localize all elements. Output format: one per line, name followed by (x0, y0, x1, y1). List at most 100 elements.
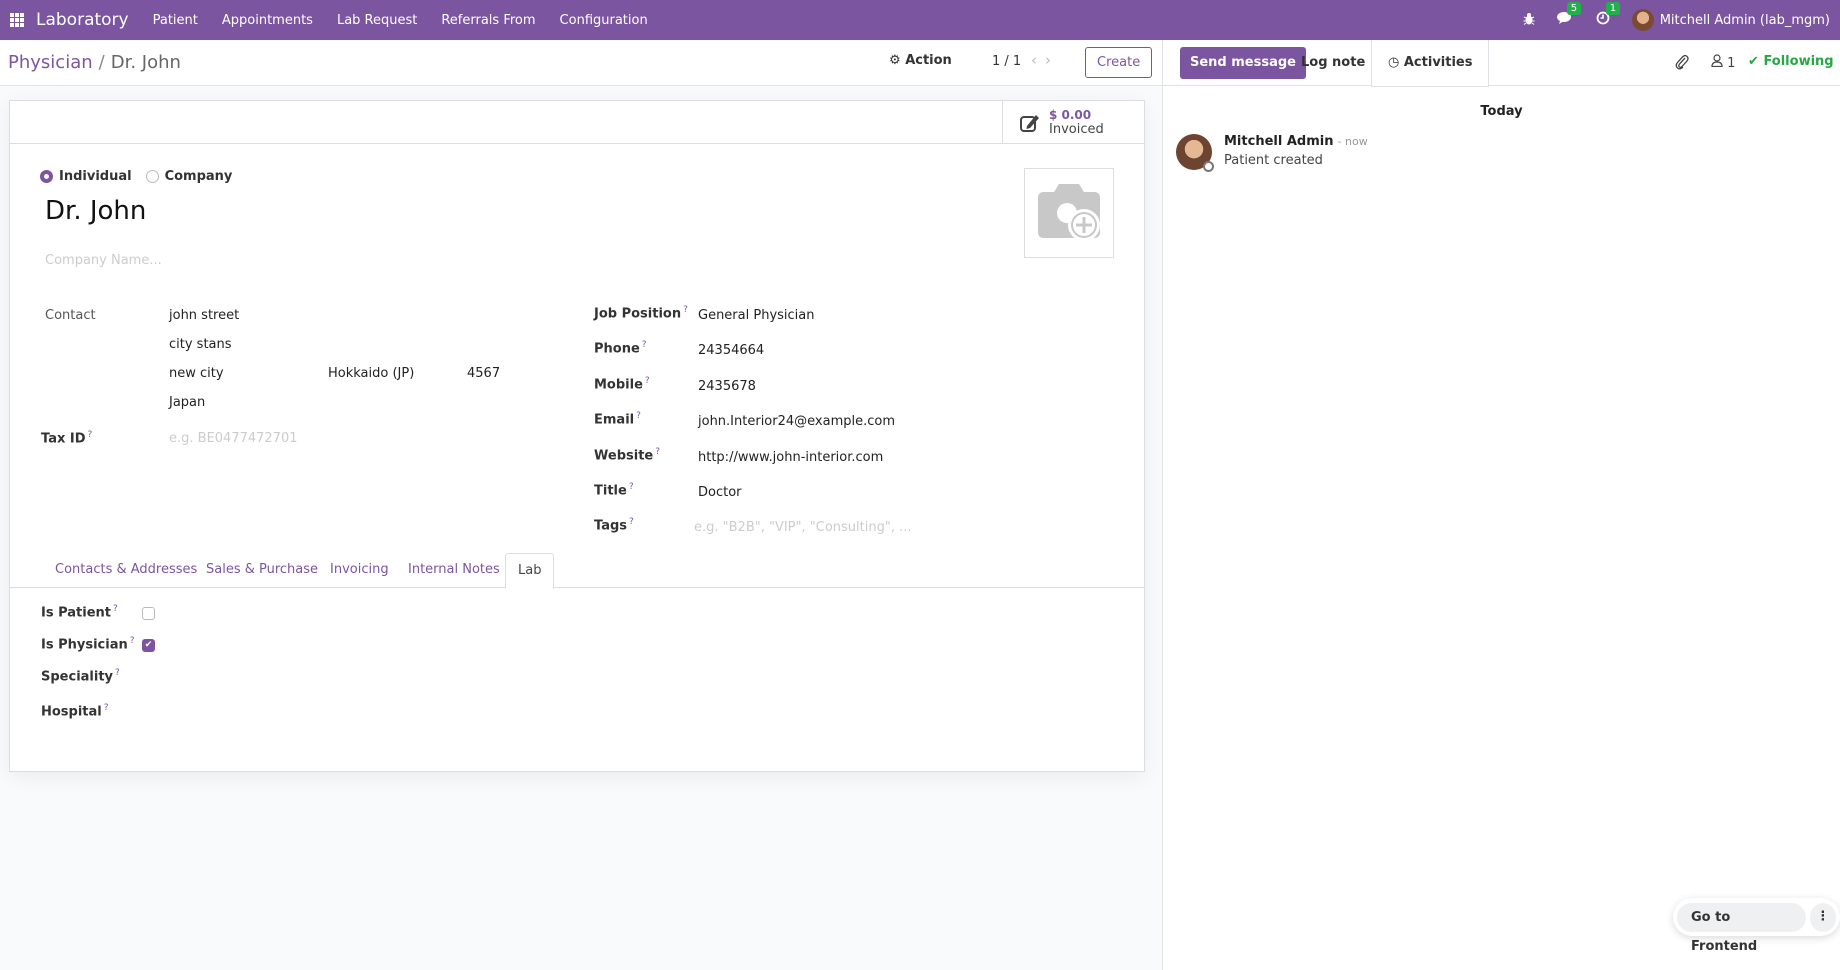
website-label: Website? (594, 447, 661, 464)
partner-name-field[interactable]: Dr. John (45, 196, 146, 226)
title-field[interactable]: Doctor (698, 485, 742, 500)
tab-sales-purchase[interactable]: Sales & Purchase (206, 553, 318, 588)
debug-bug-icon[interactable] (1523, 12, 1535, 29)
job-position-field[interactable]: General Physician (698, 308, 815, 323)
is-patient-checkbox[interactable] (142, 607, 155, 620)
pager-value[interactable]: 1 / 1 (992, 54, 1021, 69)
activities-button[interactable]: ◷ Activities (1371, 40, 1490, 87)
send-message-button[interactable]: Send message (1180, 47, 1306, 79)
company-type-radio: Individual Company (40, 169, 246, 184)
notebook-tabs: Contacts & Addresses Sales & Purchase In… (10, 553, 1144, 589)
app-brand[interactable]: Laboratory (36, 10, 129, 30)
website-field[interactable]: http://www.john-interior.com (698, 450, 883, 465)
chevron-left-icon[interactable]: ‹ (1031, 51, 1045, 69)
email-field[interactable]: john.Interior24@example.com (698, 414, 895, 429)
camera-add-icon (1038, 184, 1100, 241)
log-note-button[interactable]: Log note (1301, 55, 1365, 70)
invoiced-label: Invoiced (1049, 122, 1104, 137)
activities-clock-icon[interactable]: 1 (1596, 2, 1621, 29)
state-field[interactable]: Hokkaido (JP) (328, 366, 414, 381)
invoiced-amount: $ 0.00 (1049, 108, 1092, 122)
chevron-right-icon[interactable]: › (1045, 51, 1059, 69)
check-icon: ✔ (1748, 54, 1759, 69)
create-button[interactable]: Create (1085, 47, 1153, 78)
message-date: - now (1337, 135, 1368, 148)
zip-field[interactable]: 4567 (467, 366, 500, 381)
phone-label: Phone? (594, 340, 647, 357)
menu-configuration[interactable]: Configuration (548, 13, 660, 28)
radio-company-label[interactable]: Company (165, 169, 233, 184)
mobile-field[interactable]: 2435678 (698, 379, 756, 394)
messages-badge: 5 (1566, 2, 1582, 15)
chatter: Send message Log note ◷ Activities 1 ✔ F… (1162, 40, 1840, 970)
breadcrumb: Physician / Dr. John (8, 52, 181, 73)
control-panel: Physician / Dr. John ⚙ Action 1 / 1 ‹› Cre… (0, 40, 1162, 86)
tax-id-field[interactable]: e.g. BE0477472701 (169, 431, 298, 446)
menu-patient[interactable]: Patient (141, 13, 210, 28)
street2-field[interactable]: city stans (169, 337, 232, 352)
country-field[interactable]: Japan (169, 395, 205, 410)
email-label: Email? (594, 411, 641, 428)
radio-company[interactable] (145, 170, 159, 183)
breadcrumb-physician[interactable]: Physician (8, 52, 93, 73)
tab-internal-notes[interactable]: Internal Notes (408, 553, 500, 588)
tags-label: Tags? (594, 517, 634, 534)
job-position-label: Job Position? (594, 305, 688, 322)
followers-count: 1 (1727, 56, 1736, 71)
radio-individual[interactable] (40, 170, 53, 183)
button-box: $ 0.00 Invoiced (10, 101, 1144, 144)
tab-contacts-addresses[interactable]: Contacts & Addresses (55, 553, 197, 588)
activities-badge: 1 (1605, 2, 1621, 15)
radio-individual-label[interactable]: Individual (59, 169, 132, 184)
user-avatar (1631, 9, 1654, 31)
clock-icon: ◷ (1388, 55, 1400, 70)
apps-menu-icon[interactable] (10, 13, 24, 27)
mobile-label: Mobile? (594, 376, 650, 393)
paperclip-icon[interactable] (1675, 54, 1689, 74)
menu-lab-request[interactable]: Lab Request (325, 13, 429, 28)
go-to-frontend-button[interactable]: Go to Frontend (1677, 902, 1806, 954)
user-name: Mitchell Admin (lab_mgm) (1659, 12, 1830, 28)
activities-label: Activities (1403, 55, 1473, 70)
tags-field[interactable]: e.g. "B2B", "VIP", "Consulting", ... (694, 520, 911, 535)
company-name-field[interactable]: Company Name... (45, 253, 162, 268)
status-icon (1203, 161, 1214, 172)
is-patient-label: Is Patient? (41, 604, 118, 621)
city-field[interactable]: new city (169, 366, 224, 381)
more-options-icon[interactable]: ⋮ (1809, 902, 1836, 932)
message-author[interactable]: Mitchell Admin (1224, 134, 1333, 149)
message-author-avatar[interactable] (1176, 134, 1214, 172)
gear-icon: ⚙ (889, 53, 901, 68)
action-button[interactable]: ⚙ Action (889, 53, 952, 68)
following-button[interactable]: ✔ Following (1748, 54, 1834, 69)
invoiced-stat-button[interactable]: $ 0.00 Invoiced (1002, 101, 1144, 144)
tax-id-label: Tax ID? (41, 430, 93, 447)
tab-lab[interactable]: Lab (505, 553, 555, 589)
breadcrumb-separator: / (98, 52, 105, 73)
chatter-message: Mitchell Admin - now Patient created (1176, 134, 1368, 172)
street-field[interactable]: john street (169, 308, 239, 323)
pager-arrows: ‹› (1031, 51, 1059, 69)
breadcrumb-current: Dr. John (110, 52, 181, 73)
image-upload[interactable] (1024, 168, 1114, 258)
edit-icon (1020, 114, 1039, 132)
user-icon (1711, 54, 1727, 71)
chatter-topbar: Send message Log note ◷ Activities 1 ✔ F… (1163, 40, 1840, 87)
hospital-label: Hospital? (41, 703, 109, 720)
frontend-pill: Go to Frontend ⋮ (1673, 898, 1840, 954)
followers-button[interactable]: 1 (1711, 54, 1735, 71)
messages-icon[interactable]: 5 (1556, 2, 1582, 29)
message-body: Patient created (1224, 153, 1323, 168)
is-physician-checkbox[interactable]: ✔ (142, 639, 155, 652)
title-label: Title? (594, 482, 634, 499)
following-label: Following (1763, 54, 1834, 69)
action-label: Action (905, 53, 952, 68)
top-navbar: Laboratory Patient Appointments Lab Requ… (0, 0, 1840, 40)
is-physician-label: Is Physician? (41, 636, 135, 653)
menu-appointments[interactable]: Appointments (210, 13, 325, 28)
phone-field[interactable]: 24354664 (698, 343, 764, 358)
user-menu[interactable]: Mitchell Admin (lab_mgm) (1631, 9, 1830, 31)
menu-referrals-from[interactable]: Referrals From (429, 13, 547, 28)
speciality-label: Speciality? (41, 668, 120, 685)
tab-invoicing[interactable]: Invoicing (330, 553, 389, 588)
